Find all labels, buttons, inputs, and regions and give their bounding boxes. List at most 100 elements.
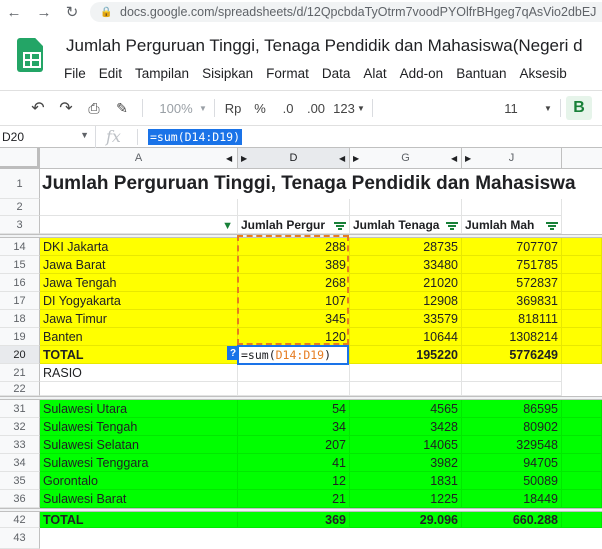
decrease-decimal-button[interactable]: .0 <box>278 98 298 118</box>
cell[interactable] <box>562 346 602 364</box>
cell-staff[interactable]: 4565 <box>350 400 462 418</box>
cell-staff[interactable]: 1831 <box>350 472 462 490</box>
number-format-button[interactable]: 123 <box>332 98 356 118</box>
font-size-select[interactable]: 11 <box>496 98 526 118</box>
back-arrow-icon[interactable]: ← <box>4 2 24 22</box>
cell[interactable] <box>562 238 602 256</box>
cell-region[interactable]: Jawa Tengah <box>40 274 238 292</box>
cell[interactable] <box>238 364 350 382</box>
row-header[interactable]: 18 <box>0 310 40 328</box>
row-header[interactable]: 3 <box>0 216 40 234</box>
menu-edit[interactable]: Edit <box>99 66 122 81</box>
cell-total-students[interactable]: 5776249 <box>462 346 562 364</box>
cell-institutions[interactable]: 268 <box>238 274 350 292</box>
cell-students[interactable]: 80902 <box>462 418 562 436</box>
cell-region[interactable]: Sulawesi Selatan <box>40 436 238 454</box>
cell[interactable] <box>462 382 562 396</box>
cell[interactable] <box>562 490 602 508</box>
sheets-logo-icon[interactable] <box>17 38 43 72</box>
cell-staff[interactable]: 21020 <box>350 274 462 292</box>
cell-region[interactable]: Gorontalo <box>40 472 238 490</box>
cell-region[interactable]: Sulawesi Barat <box>40 490 238 508</box>
row-header[interactable]: 33 <box>0 436 40 454</box>
cell[interactable] <box>350 382 462 396</box>
cell-staff[interactable]: 14065 <box>350 436 462 454</box>
address-field[interactable]: 🔒 docs.google.com/spreadsheets/d/12Qpcbd… <box>90 2 602 22</box>
cell[interactable] <box>462 199 562 216</box>
menu-file[interactable]: File <box>64 66 86 81</box>
cell-institutions[interactable]: 389 <box>238 256 350 274</box>
cell-institutions[interactable]: 12 <box>238 472 350 490</box>
row-header[interactable]: 22 <box>0 382 40 396</box>
cell-students[interactable]: 818111 <box>462 310 562 328</box>
cell-staff[interactable]: 3982 <box>350 454 462 472</box>
row-header[interactable]: 1 <box>0 169 40 199</box>
cell-institutions[interactable]: 107 <box>238 292 350 310</box>
cell[interactable] <box>562 256 602 274</box>
cell-total-institutions[interactable]: 369 <box>238 512 350 528</box>
cell[interactable] <box>350 364 462 382</box>
cell[interactable] <box>562 400 602 418</box>
column-header-j[interactable]: ▶ J <box>462 148 562 169</box>
zoom-select[interactable]: 100% <box>156 98 196 118</box>
cell-institutions[interactable]: 345 <box>238 310 350 328</box>
reload-icon[interactable]: ↻ <box>62 2 82 22</box>
cell-total-staff[interactable]: 195220 <box>350 346 462 364</box>
cell-students[interactable]: 86595 <box>462 400 562 418</box>
cell[interactable] <box>40 382 238 396</box>
header-cell-students[interactable]: Jumlah Mah <box>462 216 562 234</box>
row-header[interactable]: 31 <box>0 400 40 418</box>
menu-data[interactable]: Data <box>322 66 351 81</box>
cell-region[interactable]: Jawa Barat <box>40 256 238 274</box>
redo-icon[interactable]: ↷ <box>56 98 76 118</box>
percent-button[interactable]: % <box>252 98 268 118</box>
cell[interactable] <box>562 418 602 436</box>
cell-total-students[interactable]: 660.288 <box>462 512 562 528</box>
cell[interactable] <box>562 454 602 472</box>
cell-region[interactable]: DKI Jakarta <box>40 238 238 256</box>
paint-format-icon[interactable]: ✎ <box>112 98 132 118</box>
cell-students[interactable]: 707707 <box>462 238 562 256</box>
forward-arrow-icon[interactable]: → <box>34 2 54 22</box>
cell[interactable] <box>562 328 602 346</box>
sheet-title[interactable]: Jumlah Perguruan Tinggi, Tenaga Pendidik… <box>40 169 576 199</box>
cell[interactable] <box>562 512 602 528</box>
cell-total-label[interactable]: TOTAL <box>40 512 238 528</box>
cell-institutions[interactable]: 207 <box>238 436 350 454</box>
filter-icon[interactable] <box>446 222 458 230</box>
cell-institutions[interactable]: 41 <box>238 454 350 472</box>
row-header[interactable]: 21 <box>0 364 40 382</box>
select-all-corner[interactable] <box>0 148 40 169</box>
menu-addons[interactable]: Add-on <box>400 66 444 81</box>
cell[interactable] <box>562 436 602 454</box>
row-header[interactable]: 14 <box>0 238 40 256</box>
cell[interactable] <box>562 292 602 310</box>
cell-institutions[interactable]: 288 <box>238 238 350 256</box>
cell-region[interactable]: Sulawesi Utara <box>40 400 238 418</box>
cell-institutions[interactable]: 34 <box>238 418 350 436</box>
cell[interactable]: ▼ <box>40 216 238 234</box>
increase-decimal-button[interactable]: .00 <box>304 98 328 118</box>
row-header[interactable]: 35 <box>0 472 40 490</box>
cell-students[interactable]: 572837 <box>462 274 562 292</box>
cell-staff[interactable]: 10644 <box>350 328 462 346</box>
cell[interactable] <box>562 472 602 490</box>
menu-accessibility[interactable]: Aksesib <box>520 66 567 81</box>
cell[interactable] <box>350 199 462 216</box>
filter-icon[interactable] <box>334 222 346 230</box>
cell[interactable] <box>562 274 602 292</box>
row-header[interactable]: 2 <box>0 199 40 216</box>
column-header-g[interactable]: ▶ G ◀ <box>350 148 462 169</box>
cell-staff[interactable]: 1225 <box>350 490 462 508</box>
cell-region[interactable]: Sulawesi Tengah <box>40 418 238 436</box>
column-header-a[interactable]: A ◀ <box>40 148 238 169</box>
row-header[interactable]: 36 <box>0 490 40 508</box>
cell[interactable] <box>562 310 602 328</box>
cell-institutions[interactable]: 54 <box>238 400 350 418</box>
cell[interactable] <box>238 199 350 216</box>
menu-view[interactable]: Tampilan <box>135 66 189 81</box>
cell-region[interactable]: DI Yogyakarta <box>40 292 238 310</box>
cell-total-label[interactable]: TOTAL <box>40 346 238 364</box>
cell[interactable] <box>238 382 350 396</box>
cell-staff[interactable]: 12908 <box>350 292 462 310</box>
